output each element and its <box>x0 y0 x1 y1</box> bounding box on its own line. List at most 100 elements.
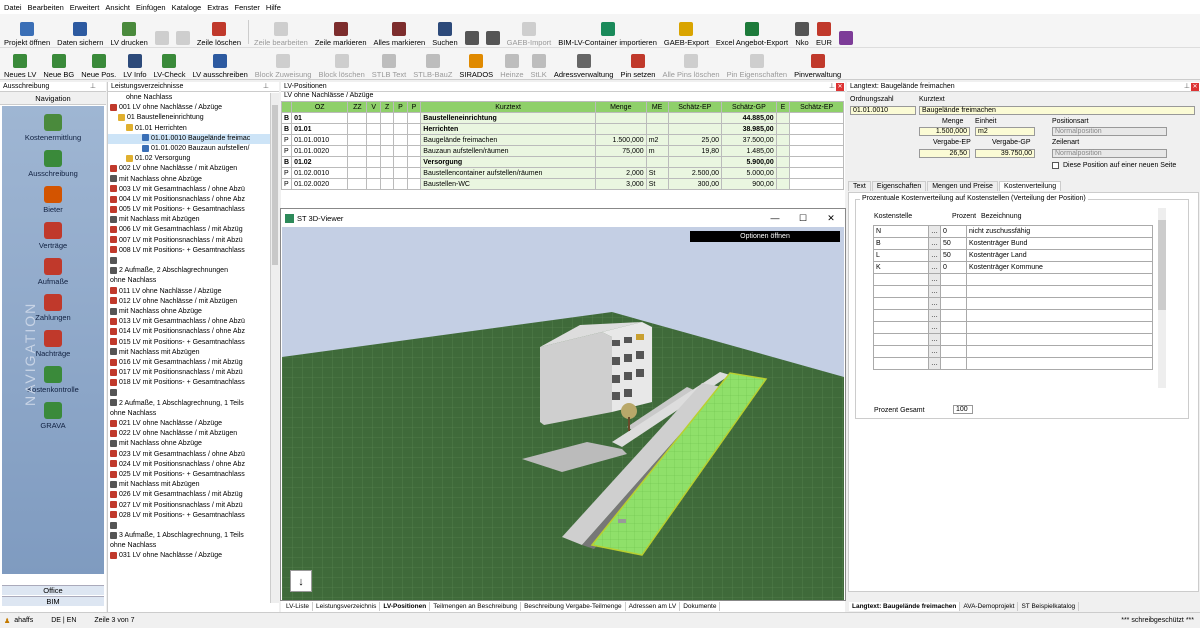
lv-check-button[interactable]: LV-Check <box>154 49 185 79</box>
kv-scrollbar[interactable] <box>1158 208 1166 388</box>
kv-kostenstelle[interactable] <box>873 333 929 346</box>
sirados-button[interactable]: SIRADOS <box>459 49 493 79</box>
kv-bezeichnung[interactable] <box>966 309 1153 322</box>
help-button[interactable] <box>838 17 853 47</box>
close-icon[interactable]: ✕ <box>836 83 844 91</box>
tree-item[interactable]: ohne Nachlass <box>108 409 270 419</box>
tree-item[interactable]: 004 LV mit Positionsnachlass / ohne Abz <box>108 195 270 205</box>
gaeb-import-button[interactable]: GAEB-Import <box>507 17 551 47</box>
lv-ausschreiben-button[interactable]: LV ausschreiben <box>192 49 248 79</box>
kv-bezeichnung[interactable] <box>966 333 1153 346</box>
pin-icon[interactable]: ⊥ <box>829 82 835 92</box>
tree-item[interactable]: 016 LV mit Gesamtnachlass / mit Abzüg <box>108 358 270 368</box>
adressverwaltung-button[interactable]: Adressverwaltung <box>554 49 613 79</box>
zeilenart-select[interactable]: Normalposition <box>1052 149 1167 158</box>
kv-row-empty[interactable]: … <box>873 357 1153 370</box>
kv-bezeichnung[interactable] <box>966 321 1153 334</box>
col-header[interactable]: ME <box>645 101 669 113</box>
kv-kostenstelle[interactable]: N <box>873 225 929 238</box>
col-header[interactable]: ZZ <box>347 101 368 113</box>
heinze-button[interactable]: Heinze <box>500 49 524 79</box>
langtext-tab[interactable]: Kostenverteilung <box>998 181 1062 191</box>
tree-item[interactable]: mit Nachlass ohne Abzüge <box>108 175 270 185</box>
tree-item[interactable]: 011 LV ohne Nachlässe / Abzüge <box>108 287 270 297</box>
col-header[interactable]: Schätz-GP <box>721 101 777 113</box>
tree-item[interactable]: 2 Aufmaße, 1 Abschlagrechnung, 1 Teils <box>108 399 270 409</box>
kv-prozent[interactable]: 50 <box>940 249 967 262</box>
tree-item[interactable]: 3 Aufmaße, 1 Abschlagrechnung, 1 Teils <box>108 531 270 541</box>
tree-item[interactable]: 024 LV mit Positionsnachlass / ohne Abz <box>108 460 270 470</box>
neue-seite-checkbox[interactable] <box>1052 162 1059 169</box>
vergabe-gp-field[interactable]: 39.750,00 <box>975 149 1035 158</box>
tree-item[interactable]: 01.01.0010 Baugelände freimac <box>108 133 270 144</box>
zeile-l-schen-button[interactable]: Zeile löschen <box>197 17 241 47</box>
suchen-button[interactable]: Suchen <box>432 17 458 47</box>
eur-button[interactable]: EUR <box>816 17 832 47</box>
lv-row[interactable]: B 01.01 Herrichten 38.985,00 <box>280 123 844 135</box>
ellipsis-icon[interactable]: … <box>928 237 941 250</box>
kv-bezeichnung[interactable] <box>966 297 1153 310</box>
nav-bim-button[interactable]: BIM <box>2 596 104 606</box>
tree-item[interactable]: 003 LV mit Gesamtnachlass / ohne Abzü <box>108 185 270 195</box>
daten-sichern-button[interactable]: Daten sichern <box>57 17 103 47</box>
ellipsis-icon[interactable]: … <box>928 321 941 334</box>
stlb-text-button[interactable]: STLB Text <box>372 49 406 79</box>
kv-prozent[interactable] <box>940 273 967 286</box>
langtext-bottom-tab[interactable]: ST Beispielkatalog <box>1018 602 1080 611</box>
einheit-field[interactable]: m2 <box>975 127 1035 136</box>
langtext-tab[interactable]: Text <box>848 181 871 191</box>
langtext-bottom-tab[interactable]: Langtext: Baugelände freimachen <box>849 602 961 611</box>
col-header[interactable]: V <box>366 101 382 113</box>
pinverwaltung-button[interactable]: Pinverwaltung <box>794 49 841 79</box>
nav-item-ausschreibung[interactable]: Ausschreibung <box>2 150 104 178</box>
col-header[interactable]: P <box>393 101 408 113</box>
tree-item[interactable]: 006 LV mit Gesamtnachlass / mit Abzüg <box>108 225 270 235</box>
nav-item-kostenermittlung[interactable]: Kostenermittlung <box>2 114 104 142</box>
projekt-ffnen-button[interactable]: Projekt öffnen <box>4 17 50 47</box>
tree-item[interactable]: 025 LV mit Positions- + Gesamtnachlass <box>108 470 270 480</box>
lv-tab[interactable]: Beschreibung Vergabe-Teilmenge <box>521 602 626 611</box>
tree-item[interactable]: mit Nachlass mit Abzügen <box>108 215 270 225</box>
tree-item[interactable] <box>108 521 270 531</box>
col-header[interactable]: E <box>775 101 791 113</box>
pin-setzen-button[interactable]: Pin setzen <box>620 49 655 79</box>
tree-item[interactable]: 008 LV mit Positions- + Gesamtnachlass <box>108 246 270 256</box>
tree-item[interactable]: 012 LV ohne Nachlässe / mit Abzügen <box>108 297 270 307</box>
tree-item[interactable]: 023 LV mit Gesamtnachlass / ohne Abzü <box>108 450 270 460</box>
zeile-markieren-button[interactable]: Zeile markieren <box>315 17 367 47</box>
tree-item[interactable]: ohne Nachlass <box>108 93 270 103</box>
tree-item[interactable] <box>108 388 270 398</box>
tree-item[interactable]: 01.02 Versorgung <box>108 154 270 164</box>
ellipsis-icon[interactable]: … <box>928 261 941 274</box>
tree-scrollbar[interactable] <box>270 93 279 603</box>
nko-button[interactable]: Nko <box>795 17 810 47</box>
lv-row[interactable]: P 01.01.0010 Baugelände freimachen 1.500,00… <box>280 134 844 146</box>
kv-kostenstelle[interactable] <box>873 321 929 334</box>
ellipsis-icon[interactable]: … <box>928 285 941 298</box>
ellipsis-icon[interactable]: … <box>928 249 941 262</box>
menu-item-7[interactable]: Fenster <box>234 3 259 12</box>
ellipsis-icon[interactable]: … <box>928 273 941 286</box>
maximize-button[interactable]: ☐ <box>789 213 817 224</box>
kv-row[interactable]: K… 0 Kostenträger Kommune <box>873 261 1153 274</box>
outdent-button[interactable] <box>485 17 500 47</box>
kurztext-field[interactable]: Baugelände freimachen <box>919 106 1195 115</box>
neue-pos--button[interactable]: Neue Pos. <box>81 49 116 79</box>
tree-item[interactable]: 031 LV ohne Nachlässe / Abzüge <box>108 551 270 561</box>
tree-item[interactable] <box>108 256 270 266</box>
kv-kostenstelle[interactable] <box>873 309 929 322</box>
ordnungszahl-field[interactable]: 01.01.0010 <box>850 106 916 115</box>
tree-item[interactable]: 015 LV mit Positions- + Gesamtnachlass <box>108 338 270 348</box>
col-header[interactable]: Kurztext <box>420 101 596 113</box>
kv-prozent[interactable] <box>940 285 967 298</box>
download-arrow-icon[interactable]: ↓ <box>290 570 312 592</box>
kv-row-empty[interactable]: … <box>873 297 1153 310</box>
lv-tab[interactable]: Adressen am LV <box>626 602 681 611</box>
tree-item[interactable]: ohne Nachlass <box>108 276 270 286</box>
kv-row-empty[interactable]: … <box>873 273 1153 286</box>
kv-row-empty[interactable]: … <box>873 321 1153 334</box>
lv-row[interactable]: B 01 Baustelleneinrichtung 44.885,00 <box>280 112 844 124</box>
kv-prozent[interactable]: 0 <box>940 225 967 238</box>
langtext-tab[interactable]: Mengen und Preise <box>927 181 998 191</box>
gaeb-export-button[interactable]: GAEB-Export <box>664 17 709 47</box>
